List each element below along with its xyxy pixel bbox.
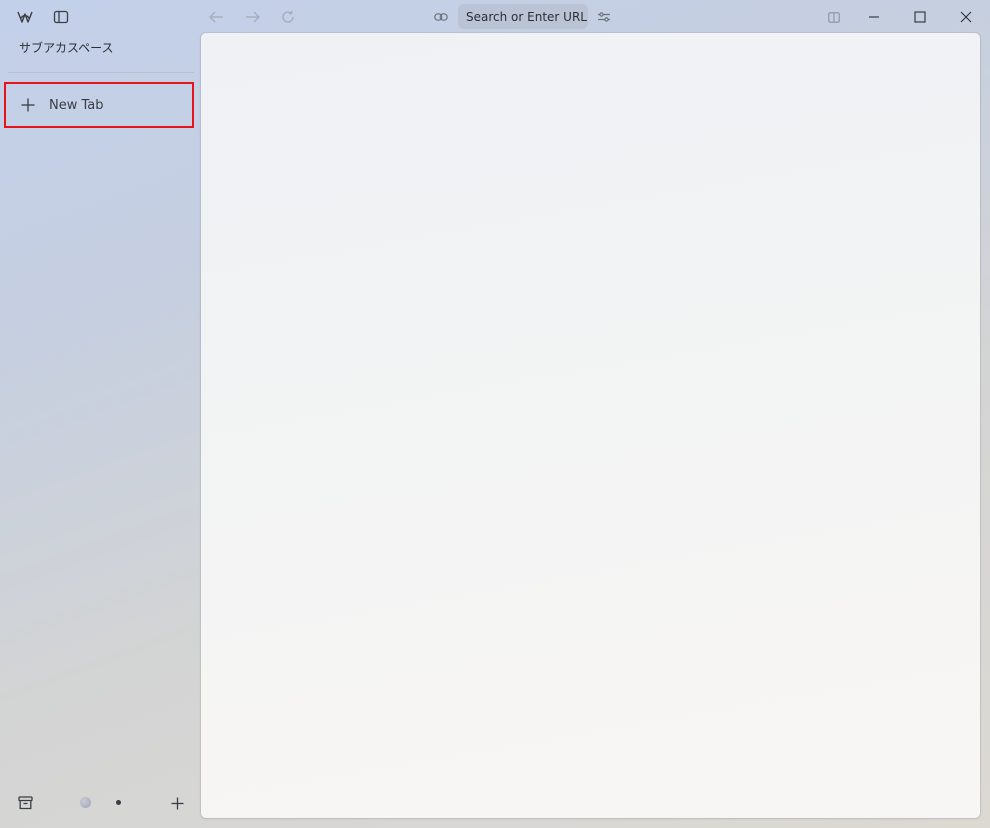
reload-icon[interactable] — [274, 3, 302, 31]
sidebar: サブアカスペース New Tab — [0, 0, 200, 828]
forward-arrow-icon[interactable] — [238, 3, 266, 31]
link-icon[interactable] — [427, 3, 455, 31]
minimize-icon[interactable] — [860, 3, 888, 31]
workspace-globe-icon[interactable] — [80, 797, 91, 808]
back-arrow-icon[interactable] — [202, 3, 230, 31]
split-view-icon[interactable] — [820, 3, 848, 31]
browser-window: サブアカスペース New Tab Search or Enter URL... — [0, 0, 990, 828]
archive-icon[interactable] — [11, 789, 39, 817]
maximize-icon[interactable] — [906, 3, 934, 31]
plus-icon — [20, 97, 36, 113]
zen-logo-icon[interactable] — [11, 3, 39, 31]
sidebar-divider — [8, 72, 194, 73]
page-content[interactable] — [201, 33, 980, 818]
sidebar-toggle-icon[interactable] — [47, 3, 75, 31]
add-workspace-icon[interactable] — [163, 789, 191, 817]
url-placeholder: Search or Enter URL... — [466, 9, 588, 24]
workspace-dot-icon[interactable] — [116, 800, 121, 805]
workspace-title: サブアカスペース — [19, 41, 114, 55]
close-icon[interactable] — [952, 3, 980, 31]
new-tab-button[interactable]: New Tab — [4, 82, 194, 128]
url-bar[interactable]: Search or Enter URL... — [458, 4, 588, 29]
new-tab-label: New Tab — [49, 97, 104, 113]
site-settings-icon[interactable] — [590, 3, 618, 31]
